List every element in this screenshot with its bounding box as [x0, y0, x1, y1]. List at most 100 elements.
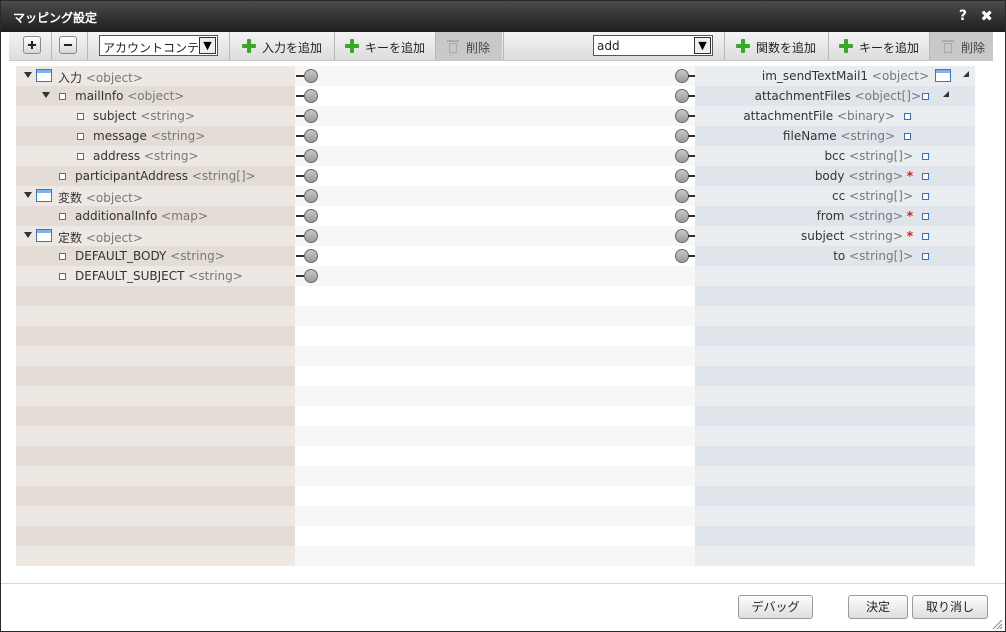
expand-triangle-icon[interactable] — [963, 71, 969, 77]
source-select[interactable]: アカウントコンテ ▼ — [99, 35, 218, 56]
target-tree-row[interactable]: fileName <string> — [695, 126, 975, 146]
add-function-button[interactable]: 関数を追加 — [725, 32, 827, 60]
toolbar: アカウントコンテ ▼ 入力を追加 キーを追加 削除 add ▼ 関数を追加 キー… — [9, 32, 993, 61]
field-name: bcc — [824, 149, 846, 163]
source-connector-handle[interactable] — [304, 249, 318, 263]
ok-button[interactable]: 決定 — [848, 595, 908, 619]
field-type: <string> — [150, 129, 206, 143]
field-name: 入力 — [58, 71, 83, 85]
source-connector-handle[interactable] — [304, 189, 318, 203]
target-connector-handle[interactable] — [675, 69, 689, 83]
target-tree-row[interactable]: from <string> * — [695, 206, 975, 226]
field-name: DEFAULT_SUBJECT — [75, 269, 185, 283]
connector-line — [296, 215, 304, 217]
source-tree-row[interactable]: address <string> — [16, 146, 295, 166]
field-type: <string[]> — [191, 169, 256, 183]
trash-icon — [447, 39, 459, 53]
source-connector-handle[interactable] — [304, 149, 318, 163]
expand-triangle-icon[interactable] — [24, 192, 32, 198]
expand-triangle-icon[interactable] — [24, 72, 32, 78]
connector-line — [296, 75, 304, 77]
title-bar[interactable]: マッピング設定 ? ✖ — [1, 1, 1005, 32]
field-type: <binary> — [836, 109, 895, 123]
expand-triangle-icon[interactable] — [24, 232, 32, 238]
target-connector-handle[interactable] — [675, 249, 689, 263]
target-connector-handle[interactable] — [675, 209, 689, 223]
source-connector-handle[interactable] — [304, 269, 318, 283]
source-connector-handle[interactable] — [304, 109, 318, 123]
target-connector-handle[interactable] — [675, 129, 689, 143]
field-type: <map> — [161, 209, 208, 223]
target-connector-handle[interactable] — [675, 189, 689, 203]
field-icon — [77, 133, 84, 140]
expand-triangle-icon[interactable] — [943, 91, 949, 97]
expand-all-button[interactable] — [23, 36, 41, 54]
source-connector-handle[interactable] — [304, 69, 318, 83]
field-type: <object> — [85, 191, 143, 205]
field-icon — [922, 253, 929, 260]
resize-grip-icon[interactable] — [991, 618, 1003, 630]
delete-right-button[interactable]: 削除 — [930, 32, 993, 60]
source-tree-row[interactable]: DEFAULT_BODY <string> — [16, 246, 295, 266]
target-tree-row[interactable]: cc <string[]> — [695, 186, 975, 206]
target-tree-row[interactable]: body <string> * — [695, 166, 975, 186]
source-tree-row[interactable]: 定数 <object> — [16, 226, 295, 246]
source-connector-handle[interactable] — [304, 89, 318, 103]
target-tree-row[interactable]: attachmentFiles <object[]> — [695, 86, 975, 106]
help-icon[interactable]: ? — [959, 8, 967, 24]
field-type: <string> — [848, 209, 903, 223]
field-type: <string[]> — [849, 189, 913, 203]
field-name: address — [93, 149, 141, 163]
connector-line — [296, 235, 304, 237]
target-tree-panel: im_sendTextMail1 <object> attachmentFiles… — [695, 66, 975, 566]
close-icon[interactable]: ✖ — [980, 7, 993, 25]
source-tree-row[interactable]: 入力 <object> — [16, 66, 295, 86]
source-tree-row[interactable]: mailInfo <object> — [16, 86, 295, 106]
target-connector-handle[interactable] — [675, 229, 689, 243]
target-tree-row[interactable]: subject <string> * — [695, 226, 975, 246]
source-connector-handle[interactable] — [304, 129, 318, 143]
target-tree-row[interactable]: attachmentFile <binary> — [695, 106, 975, 126]
target-tree-row[interactable]: bcc <string[]> — [695, 146, 975, 166]
field-type: <string> — [143, 149, 199, 163]
add-key-left-button[interactable]: キーを追加 — [335, 32, 435, 60]
source-connector-handle[interactable] — [304, 209, 318, 223]
collapse-all-button[interactable] — [59, 36, 77, 54]
source-tree-row[interactable]: message <string> — [16, 126, 295, 146]
add-key-right-button[interactable]: キーを追加 — [829, 32, 929, 60]
field-name: DEFAULT_BODY — [75, 249, 167, 263]
delete-left-button[interactable]: 削除 — [436, 32, 502, 60]
field-type: <string> — [840, 129, 895, 143]
source-tree-row[interactable]: 変数 <object> — [16, 186, 295, 206]
required-mark: * — [906, 229, 913, 243]
target-tree-row[interactable]: to <string[]> — [695, 246, 975, 266]
target-connector-handle[interactable] — [675, 149, 689, 163]
object-icon — [36, 189, 52, 202]
field-type: <string> — [848, 229, 903, 243]
target-connector-handle[interactable] — [675, 109, 689, 123]
object-icon — [36, 229, 52, 242]
required-mark: * — [906, 169, 913, 183]
source-tree-row[interactable]: participantAddress <string[]> — [16, 166, 295, 186]
field-icon — [922, 93, 929, 100]
cancel-button[interactable]: 取り消し — [912, 595, 988, 619]
target-connector-handle[interactable] — [675, 169, 689, 183]
target-tree-row[interactable]: im_sendTextMail1 <object> — [695, 66, 975, 86]
source-connector-handle[interactable] — [304, 229, 318, 243]
mapping-canvas[interactable] — [295, 66, 696, 566]
chevron-down-icon: ▼ — [199, 37, 216, 54]
debug-button[interactable]: デバッグ — [738, 595, 813, 619]
field-name: to — [833, 249, 846, 263]
source-connector-handle[interactable] — [304, 169, 318, 183]
source-tree-row[interactable]: additionalInfo <map> — [16, 206, 295, 226]
add-icon — [345, 39, 359, 53]
source-tree-row[interactable]: DEFAULT_SUBJECT <string> — [16, 266, 295, 286]
target-connector-handle[interactable] — [675, 89, 689, 103]
field-name: attachmentFile — [743, 109, 834, 123]
connector-line — [296, 95, 304, 97]
expand-triangle-icon[interactable] — [42, 92, 50, 98]
field-icon — [922, 233, 929, 240]
source-tree-row[interactable]: subject <string> — [16, 106, 295, 126]
function-select[interactable]: add ▼ — [593, 35, 713, 56]
add-input-button[interactable]: 入力を追加 — [231, 32, 333, 60]
